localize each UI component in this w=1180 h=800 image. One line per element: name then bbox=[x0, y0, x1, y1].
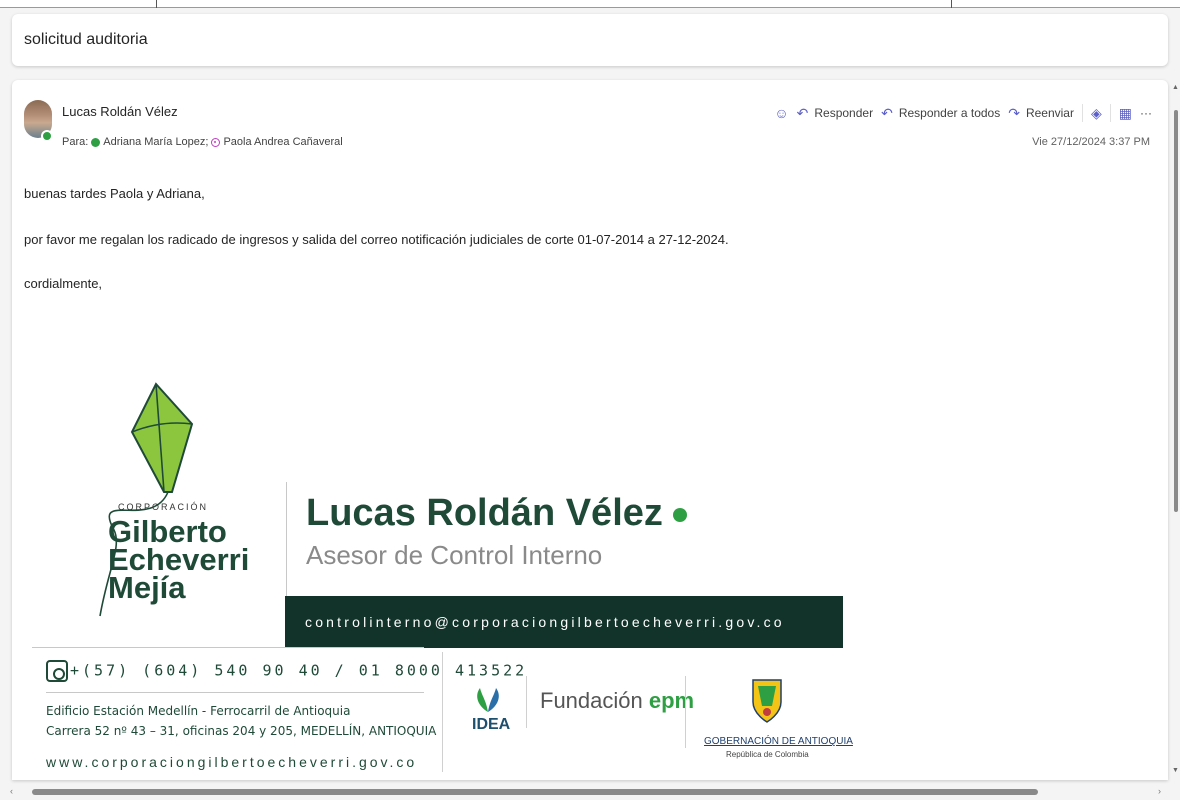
pane-divider bbox=[951, 0, 952, 8]
loop-icon[interactable]: ◈ bbox=[1091, 106, 1102, 120]
signature-name-text: Lucas Roldán Vélez bbox=[306, 492, 663, 534]
reply-all-icon: ↶ bbox=[881, 105, 893, 121]
horizontal-scroll-thumb[interactable] bbox=[32, 789, 1038, 795]
divider bbox=[442, 652, 443, 772]
vertical-scrollbar[interactable]: ▲ ▼ bbox=[1172, 84, 1180, 774]
gobernacion-sub: República de Colombia bbox=[726, 750, 809, 759]
forward-label: Reenviar bbox=[1025, 106, 1074, 120]
scroll-up-icon[interactable]: ▲ bbox=[1172, 84, 1179, 91]
divider bbox=[1109, 104, 1111, 122]
presence-available-icon bbox=[41, 130, 53, 142]
scroll-down-icon[interactable]: ▼ bbox=[1172, 767, 1179, 774]
signature-email[interactable]: controlinterno@corporaciongilbertoecheve… bbox=[285, 596, 843, 648]
forward-icon: ↷ bbox=[1008, 105, 1020, 121]
body-request: por favor me regalan los radicado de ing… bbox=[24, 232, 729, 247]
horizontal-scrollbar[interactable]: ‹ › bbox=[0, 784, 1180, 800]
coat-of-arms-icon bbox=[752, 679, 782, 723]
phone-icon bbox=[46, 660, 68, 682]
vertical-scroll-thumb[interactable] bbox=[1174, 110, 1178, 512]
message-actions: ☺ ↶ Responder ↶ Responder a todos ↷ Reen… bbox=[774, 104, 1152, 122]
pane-divider bbox=[156, 0, 157, 8]
corp-name-line: Mejía bbox=[108, 570, 186, 605]
reply-icon: ↶ bbox=[796, 105, 809, 121]
recipient-adriana[interactable]: Adriana María Lopez; bbox=[103, 136, 208, 148]
forward-button[interactable]: ↷ Reenviar bbox=[1008, 106, 1074, 120]
to-label: Para: bbox=[62, 136, 89, 148]
recipients-line: Para: Adriana María Lopez; Paola Andrea … bbox=[62, 136, 343, 148]
signature-role: Asesor de Control Interno bbox=[306, 540, 603, 570]
sender-name[interactable]: Lucas Roldán Vélez bbox=[62, 104, 178, 119]
window-top-edge bbox=[0, 0, 1180, 8]
message-date: Vie 27/12/2024 3:37 PM bbox=[1032, 136, 1150, 148]
idea-logo-icon bbox=[477, 688, 499, 712]
idea-label: IDEA bbox=[472, 716, 511, 733]
scroll-left-icon[interactable]: ‹ bbox=[10, 786, 13, 796]
signature-website[interactable]: www.corporaciongilbertoecheverri.gov.co bbox=[46, 754, 417, 770]
divider bbox=[1081, 104, 1083, 122]
message-card: Lucas Roldán Vélez Para: Adriana María L… bbox=[12, 80, 1168, 780]
epm-brand: epm bbox=[648, 688, 695, 713]
more-options-button[interactable]: ··· bbox=[1140, 106, 1152, 120]
divider bbox=[46, 692, 424, 693]
presence-offline-icon bbox=[211, 137, 221, 147]
recipient-paola[interactable]: Paola Andrea Cañaveral bbox=[223, 136, 342, 148]
reply-button[interactable]: ↶ Responder bbox=[797, 106, 873, 120]
reply-all-button[interactable]: ↶ Responder a todos bbox=[881, 106, 1000, 120]
signature-phone: +(57) (604) 540 90 40 / 01 8000 413522 bbox=[46, 660, 527, 682]
smiley-icon[interactable]: ☺ bbox=[774, 106, 788, 120]
gobernacion-label: GOBERNACIÓN DE ANTIOQUIA bbox=[704, 736, 853, 747]
reply-all-label: Responder a todos bbox=[898, 106, 1001, 120]
signature-address-1: Edificio Estación Medellín - Ferrocarril… bbox=[46, 704, 351, 718]
body-greeting: buenas tardes Paola y Adriana, bbox=[24, 186, 205, 201]
signature-name: Lucas Roldán Vélez bbox=[306, 492, 687, 535]
subject-card: solicitud auditoria bbox=[12, 14, 1168, 66]
reply-label: Responder bbox=[814, 106, 874, 120]
epm-logo: Fundación epm bbox=[540, 688, 694, 714]
epm-text: Fundación bbox=[540, 688, 643, 713]
corp-label: CORPORACIÓN bbox=[118, 502, 209, 512]
email-subject: solicitud auditoria bbox=[24, 31, 148, 48]
presence-available-icon bbox=[91, 137, 101, 147]
signature-address-2: Carrera 52 nº 43 – 31, oficinas 204 y 20… bbox=[46, 724, 437, 738]
green-dot-icon bbox=[672, 507, 687, 522]
scroll-right-icon[interactable]: › bbox=[1158, 786, 1161, 796]
apps-icon[interactable]: ▦ bbox=[1119, 106, 1132, 120]
email-signature: CORPORACIÓN Gilberto Echeverri Mejía Luc… bbox=[32, 380, 862, 780]
body-closing: cordialmente, bbox=[24, 276, 103, 291]
divider bbox=[526, 676, 527, 728]
phone-text: +(57) (604) 540 90 40 / 01 8000 413522 bbox=[70, 661, 528, 680]
divider bbox=[32, 647, 424, 648]
corp-name: Gilberto Echeverri Mejía bbox=[108, 516, 249, 605]
divider bbox=[685, 676, 686, 748]
